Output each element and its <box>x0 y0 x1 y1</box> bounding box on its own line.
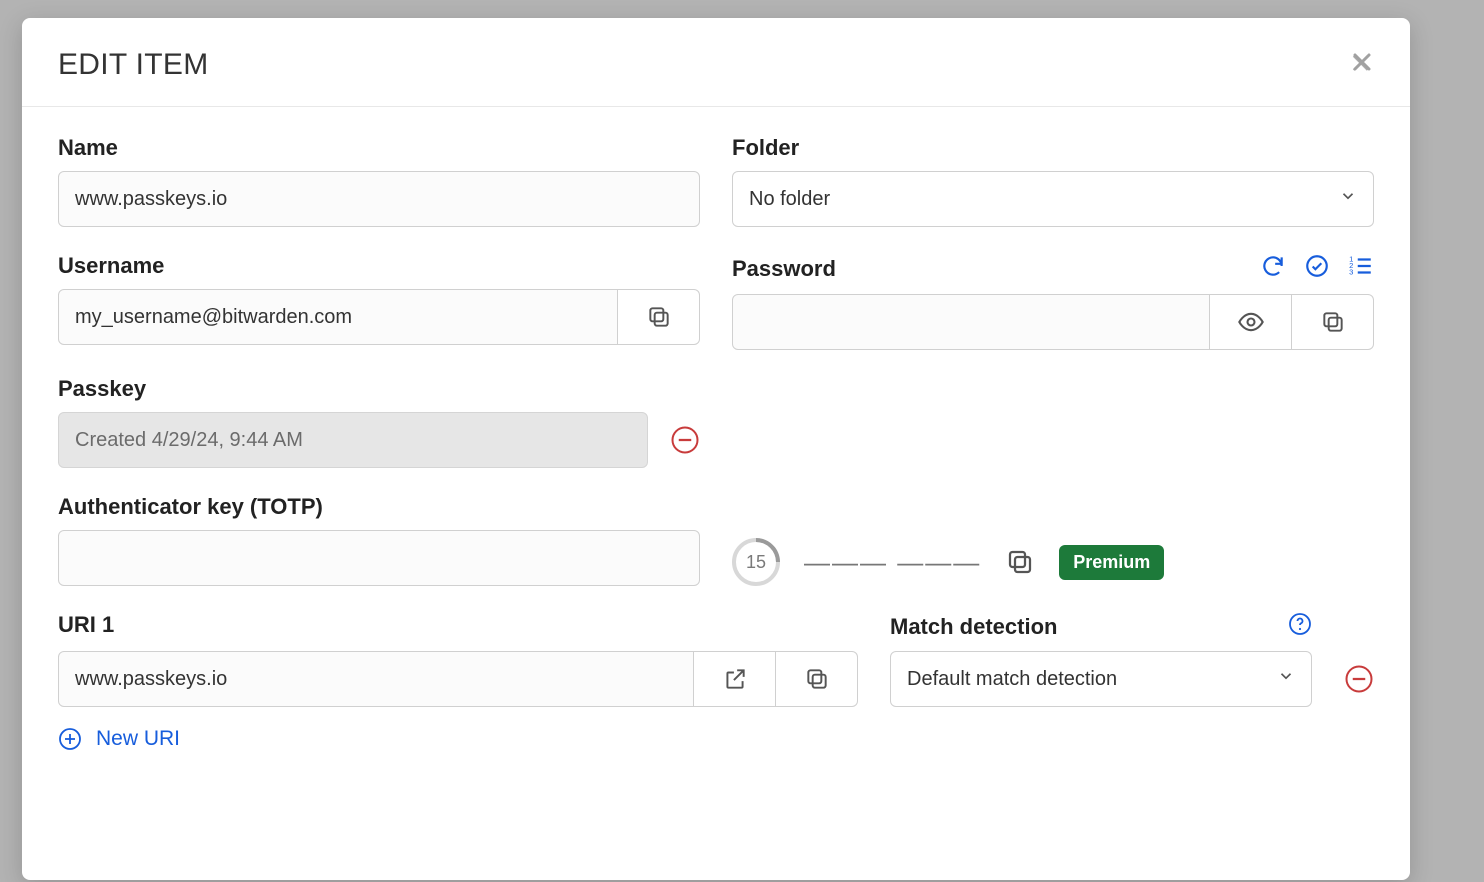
name-field: Name <box>58 135 700 227</box>
generate-password-button[interactable] <box>1260 253 1286 284</box>
new-uri-label: New URI <box>96 727 180 751</box>
eye-icon <box>1237 308 1265 336</box>
minus-circle-icon <box>670 425 700 455</box>
check-password-button[interactable] <box>1304 253 1330 284</box>
copy-icon <box>1005 547 1035 577</box>
uri-input[interactable] <box>58 651 694 707</box>
match-detection-label: Match detection <box>890 614 1057 640</box>
username-label: Username <box>58 253 700 279</box>
chevron-down-icon <box>1277 667 1295 691</box>
copy-password-button[interactable] <box>1292 294 1374 350</box>
svg-text:3: 3 <box>1349 268 1353 277</box>
password-field: Password 123 <box>732 253 1374 350</box>
totp-field: Authenticator key (TOTP) <box>58 494 700 586</box>
totp-input[interactable] <box>58 530 700 586</box>
toggle-password-visibility-button[interactable] <box>1210 294 1292 350</box>
folder-select[interactable]: No folder <box>732 171 1374 227</box>
match-detection-select[interactable]: Default match detection <box>890 651 1312 707</box>
modal-body: Name Folder No folder Username <box>22 107 1410 771</box>
minus-circle-icon <box>1344 664 1374 694</box>
modal-title: EDIT ITEM <box>58 48 209 82</box>
uri-section: URI 1 Match detection Default match dete… <box>58 612 1374 751</box>
folder-selected-value: No folder <box>749 188 830 211</box>
passkey-label: Passkey <box>58 376 1374 402</box>
refresh-icon <box>1260 253 1286 279</box>
match-detection-value: Default match detection <box>907 668 1117 691</box>
uri-label: URI 1 <box>58 612 858 638</box>
copy-icon <box>646 304 672 330</box>
help-circle-icon <box>1288 612 1312 636</box>
password-input[interactable] <box>732 294 1210 350</box>
check-circle-icon <box>1304 253 1330 279</box>
launch-uri-button[interactable] <box>694 651 776 707</box>
remove-uri-button[interactable] <box>1344 664 1374 694</box>
copy-username-button[interactable] <box>618 289 700 345</box>
copy-icon <box>1320 309 1346 335</box>
new-uri-button[interactable]: New URI <box>58 727 1374 751</box>
modal-header: EDIT ITEM <box>22 18 1410 107</box>
match-detection-help-button[interactable] <box>1288 612 1312 641</box>
name-input[interactable] <box>58 171 700 227</box>
folder-field: Folder No folder <box>732 135 1374 227</box>
totp-timer: 15 <box>732 538 780 586</box>
copy-uri-button[interactable] <box>776 651 858 707</box>
passkey-field: Passkey Created 4/29/24, 9:44 AM <box>58 376 1374 468</box>
username-field: Username <box>58 253 700 350</box>
totp-code: ——— ——— <box>804 547 981 578</box>
totp-display-field: 15 ——— ——— Premium <box>732 494 1374 586</box>
launch-icon <box>722 666 748 692</box>
close-icon <box>1350 51 1374 75</box>
copy-icon <box>804 666 830 692</box>
password-label: Password <box>732 256 836 282</box>
totp-timer-value: 15 <box>746 552 766 573</box>
totp-label: Authenticator key (TOTP) <box>58 494 700 520</box>
plus-circle-icon <box>58 727 82 751</box>
close-button[interactable] <box>1350 51 1374 80</box>
edit-item-modal: EDIT ITEM Name Folder No folder Username <box>22 18 1410 880</box>
name-label: Name <box>58 135 700 161</box>
copy-totp-button[interactable] <box>1005 547 1035 577</box>
premium-badge: Premium <box>1059 545 1164 580</box>
username-input[interactable] <box>58 289 618 345</box>
numbered-list-icon: 123 <box>1348 253 1374 279</box>
remove-passkey-button[interactable] <box>670 425 700 455</box>
password-history-button[interactable]: 123 <box>1348 253 1374 284</box>
chevron-down-icon <box>1339 187 1357 211</box>
passkey-created-text: Created 4/29/24, 9:44 AM <box>58 412 648 468</box>
folder-label: Folder <box>732 135 1374 161</box>
